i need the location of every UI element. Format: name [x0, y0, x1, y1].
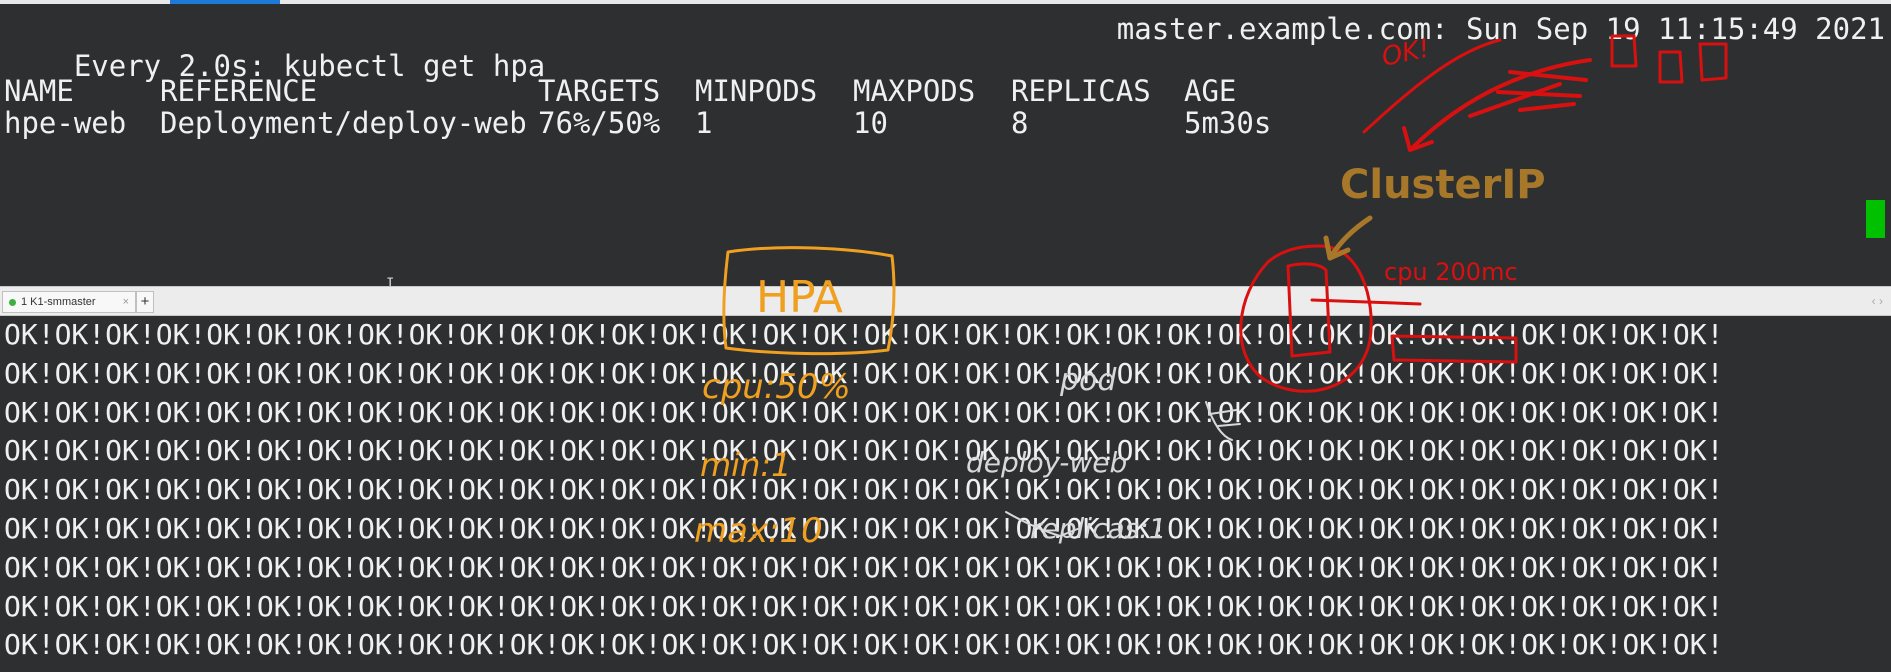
terminal-pane-output[interactable]: OK!OK!OK!OK!OK!OK!OK!OK!OK!OK!OK!OK!OK!O…: [0, 316, 1891, 672]
output-line: OK!OK!OK!OK!OK!OK!OK!OK!OK!OK!OK!OK!OK!O…: [4, 473, 1724, 507]
output-lines: OK!OK!OK!OK!OK!OK!OK!OK!OK!OK!OK!OK!OK!O…: [0, 316, 1891, 665]
watch-header-left: Every 2.0s: kubectl get hpa: [4, 8, 545, 83]
output-line: OK!OK!OK!OK!OK!OK!OK!OK!OK!OK!OK!OK!OK!O…: [4, 511, 1724, 545]
terminal-cursor: [1866, 200, 1885, 238]
output-line: OK!OK!OK!OK!OK!OK!OK!OK!OK!OK!OK!OK!OK!O…: [4, 434, 1724, 468]
row-targets: 76%/50%: [538, 106, 661, 140]
output-line: OK!OK!OK!OK!OK!OK!OK!OK!OK!OK!OK!OK!OK!O…: [4, 395, 1724, 429]
close-icon[interactable]: ×: [123, 292, 129, 312]
tab-scroll-icon[interactable]: ‹ ›: [1872, 291, 1883, 311]
row-reference: Deployment/deploy-web: [160, 106, 527, 140]
row-maxpods: 10: [853, 106, 888, 140]
row-name: hpe-web: [4, 106, 127, 140]
row-replicas: 8: [1011, 106, 1029, 140]
add-tab-button[interactable]: +: [136, 291, 154, 313]
output-line: OK!OK!OK!OK!OK!OK!OK!OK!OK!OK!OK!OK!OK!O…: [4, 550, 1724, 584]
row-age: 5m30s: [1184, 106, 1272, 140]
watch-host-time: master.example.com: Sun Sep 19 11:15:49 …: [1116, 12, 1885, 46]
output-line: OK!OK!OK!OK!OK!OK!OK!OK!OK!OK!OK!OK!OK!O…: [4, 318, 1724, 351]
output-line: OK!OK!OK!OK!OK!OK!OK!OK!OK!OK!OK!OK!OK!O…: [4, 356, 1724, 390]
table-row: hpe-web Deployment/deploy-web 76%/50% 1 …: [4, 104, 1884, 143]
tab-bar: 1 K1-smmaster × + ‹ ›: [0, 286, 1891, 316]
tab-label: 1 K1-smmaster: [21, 296, 96, 308]
terminal-pane-watch[interactable]: Every 2.0s: kubectl get hpa master.examp…: [0, 4, 1891, 286]
connection-status-icon: [9, 299, 16, 306]
row-minpods: 1: [695, 106, 713, 140]
tab-session[interactable]: 1 K1-smmaster ×: [2, 291, 136, 313]
output-line: OK!OK!OK!OK!OK!OK!OK!OK!OK!OK!OK!OK!OK!O…: [4, 628, 1724, 662]
output-line: OK!OK!OK!OK!OK!OK!OK!OK!OK!OK!OK!OK!OK!O…: [4, 589, 1724, 623]
